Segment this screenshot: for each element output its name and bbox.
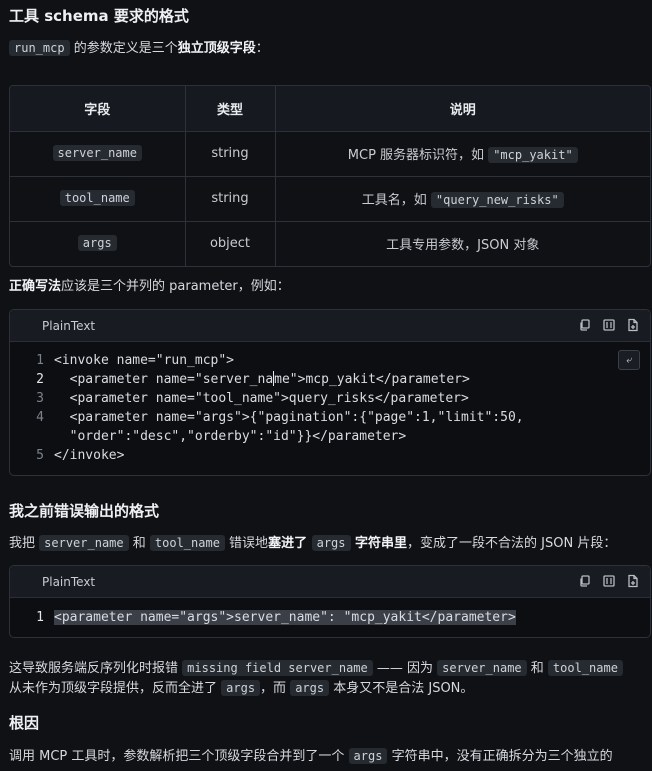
code-line: 1 <invoke name="run_mcp"> [36,353,235,368]
table-header-row: 字段 类型 说明 [10,86,650,132]
field-desc: MCP 服务器标识符，如 [347,148,489,163]
field-desc: 工具专用参数，JSON 对象 [386,238,540,254]
new-file-icon[interactable] [626,574,640,588]
inline-code: tool_name [547,660,623,676]
code-body: 1 <parameter name="args">server_name": "m… [10,598,650,627]
inline-code: args [348,748,388,764]
header-field: 字段 [10,86,186,132]
inline-code: server_name [39,535,129,551]
code-block-header: PlainText [10,310,650,342]
code-line: 3 <parameter name="tool_name">query_risk… [36,391,469,406]
header-type: 类型 [184,86,276,132]
field-type: string [184,175,276,222]
field-type: object [184,220,276,266]
field-name: args [77,235,117,252]
code-language-label: PlainText [42,318,96,333]
table-row: tool_name string 工具名，如 "query_new_risks" [10,175,650,222]
wrap-toggle-button[interactable]: ⤶ [618,350,640,370]
inline-code: args [221,680,261,696]
code-line: 1 <parameter name="args">server_name": "m… [36,610,516,625]
code-language-label: PlainText [42,574,96,589]
field-name: tool_name [59,190,135,206]
consequence-line-1: 这导致服务端反序列化时报错 missing field server_name … [9,658,644,679]
insert-icon[interactable] [602,574,616,588]
field-type: string [184,130,276,177]
consequence-line-2: 从未作为顶级字段提供，反而全进了 args ，而 args 本身又不是合法 JSO… [9,680,474,696]
correct-usage-text: 正确写法应该是三个并列的 parameter，例如： [9,279,290,294]
code-body: ⤶ 1 <invoke name="run_mcp"> 2 <parameter … [10,342,650,465]
field-name: server_name [52,145,142,161]
code-line: 4 <parameter name="args">{"pagination":{… [36,410,524,425]
field-example: "mcp_yakit" [488,147,578,163]
copy-icon[interactable] [578,318,592,332]
code-block-correct: PlainText ⤶ 1 <invoke name="run_mcp"> 2 <… [9,309,651,476]
fields-table: 字段 类型 说明 server_name string MCP 服务器标识符，如… [9,85,651,267]
table-row: server_name string MCP 服务器标识符，如 "mcp_yak… [10,130,650,177]
wrong-format-text: 我把 server_name 和 tool_name 错误地塞进了 args 字… [9,535,617,551]
code-block-wrong: PlainText 1 <parameter name="args">server… [9,565,651,638]
new-file-icon[interactable] [626,318,640,332]
code-line: 5 </invoke> [36,448,125,463]
inline-code: args [290,680,330,696]
section-title-schema: 工具 schema 要求的格式 [9,7,189,25]
root-cause-text: 调用 MCP 工具时，参数解析把三个顶级字段合并到了一个 args 字符串中，没… [9,748,613,764]
header-desc: 说明 [274,86,650,132]
inline-code: args [311,535,351,551]
inline-code: missing field server_name [182,660,373,676]
inline-code: run_mcp [9,40,70,56]
copy-icon[interactable] [578,574,592,588]
selected-text: <parameter name="args">server_name": "mc… [54,610,516,625]
field-desc: 工具名，如 [361,193,431,208]
inline-code: tool_name [149,535,225,551]
code-line: "order":"desc","orderby":"id"}}</paramet… [54,429,407,444]
section-title-wrong-format: 我之前错误输出的格式 [9,502,160,520]
table-row: args object 工具专用参数，JSON 对象 [10,220,650,266]
inline-code: server_name [437,660,527,676]
field-example: "query_new_risks" [430,192,564,208]
insert-icon[interactable] [602,318,616,332]
schema-intro: run_mcp 的参数定义是三个独立顶级字段： [9,38,644,59]
code-block-header: PlainText [10,566,650,598]
code-line: 2 <parameter name="server_name">mcp_yaki… [36,371,470,387]
section-title-root-cause: 根因 [9,714,40,732]
